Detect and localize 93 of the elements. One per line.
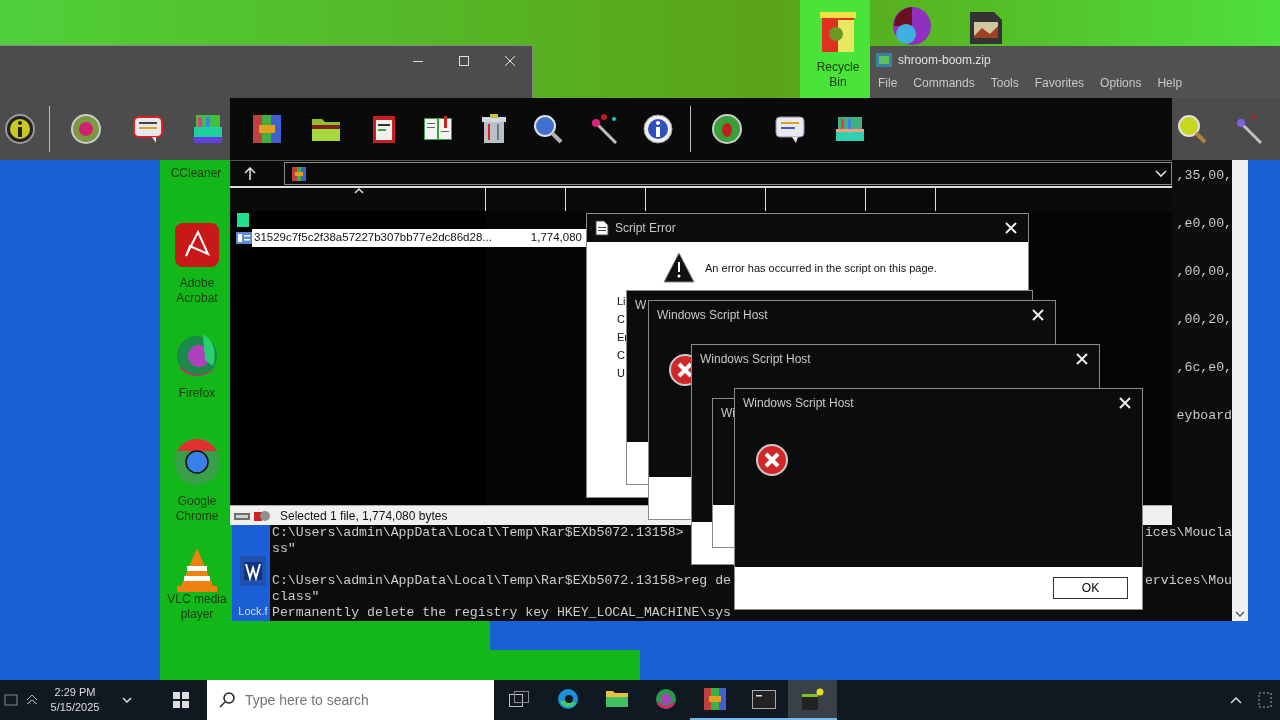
shortcut-label[interactable]: Lock.f: [238, 604, 268, 619]
file-icon: [236, 232, 252, 244]
minimize-icon: [413, 60, 423, 62]
browser-icon: [654, 688, 677, 710]
browser-icon[interactable]: [173, 438, 221, 486]
status-icons-icon: [234, 509, 272, 522]
traffic-cone-icon[interactable]: [175, 546, 219, 592]
field-label: C: [617, 348, 625, 363]
console-text: C:\Users\admin\AppData\Local\Temp\Rar$EXb5072.13158>reg de: [272, 573, 731, 589]
shortcut-label[interactable]: Adobe Acrobat: [160, 276, 234, 306]
close-icon: [1119, 397, 1131, 409]
console-text: eyboard: [1176, 408, 1232, 424]
close-icon: [1005, 222, 1017, 234]
menu-item[interactable]: File: [870, 74, 906, 92]
archive-icon: [876, 53, 892, 67]
document-icon[interactable]: [240, 556, 266, 586]
dialog-title: Wi: [721, 405, 735, 422]
console-text: ices\Moucla: [1144, 525, 1232, 541]
folder-icon: [605, 691, 628, 707]
scrollbar[interactable]: [1232, 160, 1248, 621]
address-field[interactable]: [284, 162, 1172, 185]
file-row[interactable]: 31529c7f5c2f38a57227b307bb77e2dc86d28... 1,774,080: [252, 229, 586, 247]
seal-icon: [70, 113, 102, 145]
info-icon: [4, 113, 36, 145]
task-view-icon: [508, 691, 529, 707]
menu-item[interactable]: Help: [1149, 74, 1191, 92]
taskbar-app-button[interactable]: [788, 680, 837, 720]
shortcut-label[interactable]: Firefox: [178, 386, 216, 401]
field-label: C: [617, 312, 625, 327]
search-icon: [1176, 113, 1208, 145]
console-text: Permanently delete the registry key HKEY_LOCAL_MACHINE\sys: [272, 605, 731, 621]
chevron-icon[interactable]: [122, 697, 132, 703]
comment-icon: [132, 113, 164, 145]
image-file-icon[interactable]: [968, 10, 1004, 46]
archive-icon: [291, 165, 307, 182]
menu-item[interactable]: Favorites: [1026, 74, 1093, 92]
app-icon[interactable]: [174, 222, 220, 268]
console-text: class": [272, 589, 320, 605]
dialog-title: W: [635, 297, 647, 314]
clock-date[interactable]: 5/15/2025: [50, 700, 100, 715]
show-hidden-icons-icon[interactable]: [1230, 696, 1242, 704]
books-icon: [192, 113, 224, 145]
console-text: ,00,20,: [1176, 312, 1232, 328]
shortcut-label[interactable]: Recycle Bin: [808, 60, 868, 90]
notification-icon[interactable]: [1258, 692, 1272, 708]
dialog-title: Windows Script Host: [700, 351, 811, 368]
console-text: ss": [272, 541, 296, 557]
file-size: 1,774,080: [529, 230, 582, 246]
window-title: shroom-boom.zip: [898, 52, 991, 69]
console-text: ,35,00,: [1176, 168, 1232, 184]
close-icon: [505, 56, 515, 66]
close-icon: [1032, 309, 1044, 321]
archive-icon: [703, 688, 726, 710]
terminal-icon: [751, 689, 776, 709]
info-icon: [642, 113, 674, 145]
document-icon: [595, 220, 609, 236]
search-icon: [219, 692, 235, 708]
console-text: ,6c,e0,: [1176, 360, 1232, 376]
dialog-title: Script Error: [615, 220, 676, 237]
clock-time[interactable]: 2:29 PM: [54, 685, 96, 700]
error-message: An error has occurred in the script on this page.: [705, 260, 937, 276]
console-text: C:\Users\admin\AppData\Local\Temp\Rar$EXb5072.13158>: [272, 525, 684, 541]
bug-icon: [711, 113, 743, 145]
up-arrow-icon: [244, 166, 256, 181]
status-text: Selected 1 file, 1,774,080 bytes: [280, 507, 448, 525]
warning-icon: [663, 252, 695, 284]
console-text: ,e0,00,: [1176, 216, 1232, 232]
shortcut-label[interactable]: Google Chrome: [160, 494, 234, 524]
menu-item[interactable]: Commands: [905, 74, 983, 92]
windows-icon: [173, 692, 189, 708]
console-text: ervices\Mou: [1144, 573, 1232, 589]
menu-item[interactable]: Tools: [982, 74, 1027, 92]
tray-icon[interactable]: [4, 694, 18, 706]
field-label: U: [617, 366, 625, 381]
browser-icon: [556, 688, 579, 710]
shortcut-label[interactable]: CCleaner: [170, 166, 222, 181]
ok-button[interactable]: OK: [1053, 577, 1128, 599]
menu-item[interactable]: Options: [1092, 74, 1150, 92]
dialog-title: Windows Script Host: [743, 395, 854, 412]
archive-icon: [251, 113, 283, 145]
field-label: Li: [617, 294, 626, 309]
dropdown-caret-icon[interactable]: [1155, 169, 1167, 178]
comment-icon: [774, 113, 806, 145]
search-field[interactable]: Type here to search: [207, 680, 494, 720]
maximize-icon: [459, 56, 469, 66]
file-name: 31529c7f5c2f38a57227b307bb77e2dc86d28...: [253, 230, 493, 246]
close-icon: [1076, 353, 1088, 365]
package-icon: [801, 688, 824, 710]
error-icon: [755, 443, 789, 477]
dialog-title: Windows Script Host: [657, 307, 768, 324]
shortcut-label[interactable]: VLC media player: [160, 592, 234, 622]
console-text: ,00,00,: [1176, 264, 1232, 280]
search-icon: [532, 113, 564, 145]
